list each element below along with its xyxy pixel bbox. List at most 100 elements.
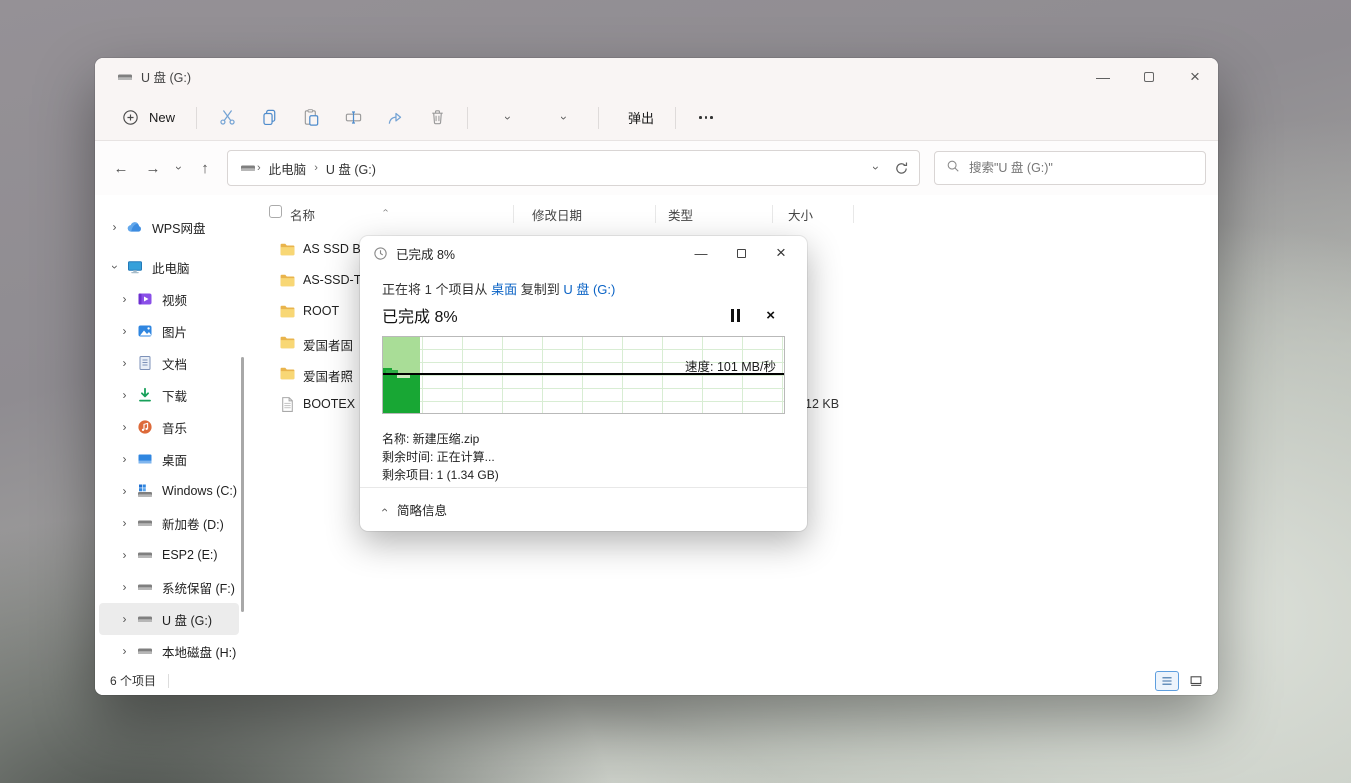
sidebar-item-pictures[interactable]: ›图片 <box>99 315 239 347</box>
file-size: 12 KB <box>805 397 839 411</box>
refresh-icon[interactable] <box>894 161 909 176</box>
chevron-right-icon[interactable]: › <box>117 389 132 402</box>
dialog-close-button[interactable]: × <box>761 239 801 267</box>
sidebar-item-new-volume-d[interactable]: ›新加卷 (D:) <box>99 507 239 539</box>
folder-icon <box>279 365 296 382</box>
copy-button[interactable] <box>248 101 290 135</box>
column-divider[interactable] <box>772 205 773 223</box>
delete-button[interactable] <box>416 101 458 135</box>
chevron-down-icon: › <box>502 116 514 120</box>
sidebar-item-videos[interactable]: › 视频 <box>99 283 239 315</box>
chevron-right-icon[interactable]: › <box>117 357 132 370</box>
chevron-right-icon[interactable]: › <box>117 613 132 626</box>
chevron-right-icon[interactable]: › <box>117 453 132 466</box>
sidebar-item-esp2-e[interactable]: ›ESP2 (E:) <box>99 539 239 571</box>
window-title: U 盘 (G:) <box>141 67 191 86</box>
pc-icon <box>127 259 143 275</box>
sidebar-scrollbar[interactable] <box>241 357 244 612</box>
search-input[interactable] <box>969 161 1194 175</box>
column-divider[interactable] <box>513 205 514 223</box>
toolbar-divider <box>196 107 197 129</box>
breadcrumb: ›此电脑›U 盘 (G:) <box>256 159 383 178</box>
pause-button[interactable] <box>731 309 740 322</box>
address-bar-right: › <box>874 161 909 176</box>
close-button[interactable]: × <box>1172 58 1218 95</box>
chevron-right-icon[interactable]: › <box>117 549 132 562</box>
breadcrumb-item[interactable]: 此电脑 <box>262 159 314 178</box>
chevron-right-icon[interactable]: › <box>117 485 132 498</box>
column-header[interactable]: 大小 <box>788 205 813 224</box>
breadcrumb-item[interactable]: U 盘 (G:) <box>319 159 383 178</box>
address-chevron-icon[interactable]: › <box>870 166 882 170</box>
windrive-icon <box>137 483 153 499</box>
source-folder-link[interactable]: 桌面 <box>491 282 517 297</box>
sidebar-item-music[interactable]: ›音乐 <box>99 411 239 443</box>
view-button[interactable]: › <box>533 101 589 135</box>
sidebar-item-desktop[interactable]: ›桌面 <box>99 443 239 475</box>
cut-button[interactable] <box>206 101 248 135</box>
status-bar: 6 个项目 <box>95 666 1218 695</box>
rename-button[interactable] <box>332 101 374 135</box>
column-header[interactable]: 修改日期 <box>532 205 582 224</box>
dialog-maximize-button[interactable] <box>721 239 761 267</box>
cancel-copy-button[interactable]: × <box>766 308 775 323</box>
column-header[interactable]: 名称 <box>290 205 315 224</box>
sidebar-item-this-pc[interactable]: ›此电脑 <box>99 251 239 283</box>
chevron-right-icon[interactable]: › <box>107 221 122 234</box>
sidebar-item-downloads[interactable]: ›下载 <box>99 379 239 411</box>
sidebar-item-documents[interactable]: › 文档 <box>99 347 239 379</box>
clipboard-icon <box>302 108 321 127</box>
history-chevron-icon[interactable]: › <box>173 166 185 170</box>
folder-icon <box>279 303 296 320</box>
chevron-down-icon[interactable]: › <box>107 261 122 274</box>
search-box[interactable] <box>934 151 1206 185</box>
back-button[interactable]: ← <box>105 152 137 184</box>
eject-button[interactable]: 弹出 <box>608 102 666 133</box>
window-controls: — × <box>1080 58 1218 95</box>
maximize-button[interactable] <box>1126 58 1172 95</box>
window-titlebar[interactable]: U 盘 (G:) — × <box>95 58 1218 95</box>
column-header[interactable]: 类型 <box>668 205 693 224</box>
share-button[interactable] <box>374 101 416 135</box>
eject-button-label: 弹出 <box>628 108 654 127</box>
sidebar-item-label: 系统保留 (F:) <box>162 578 235 597</box>
chevron-right-icon[interactable]: › <box>117 293 132 306</box>
sort-ascending-icon: › <box>380 209 391 212</box>
chevron-right-icon[interactable]: › <box>117 421 132 434</box>
dialog-controls: — × <box>681 239 801 267</box>
details-view-toggle[interactable] <box>1155 671 1179 691</box>
forward-button[interactable]: → <box>137 152 169 184</box>
more-options-button[interactable] <box>685 101 727 135</box>
folder-icon <box>279 272 296 289</box>
icons-view-toggle[interactable] <box>1184 671 1208 691</box>
music-icon <box>137 419 153 435</box>
dialog-titlebar[interactable]: 已完成 8% — × <box>360 236 807 270</box>
minimize-button[interactable]: — <box>1080 58 1126 95</box>
paste-button[interactable] <box>290 101 332 135</box>
scissors-icon <box>218 108 237 127</box>
new-button[interactable]: New <box>109 102 187 133</box>
chevron-right-icon[interactable]: › <box>117 517 132 530</box>
dialog-minimize-button[interactable]: — <box>681 239 721 267</box>
up-button[interactable]: ↑ <box>189 152 221 184</box>
sidebar-item-usb-g[interactable]: ›U 盘 (G:) <box>99 603 239 635</box>
select-all-checkbox[interactable] <box>269 205 282 218</box>
sidebar-item-label: 视频 <box>162 290 187 309</box>
sidebar-item-local-h[interactable]: ›本地磁盘 (H:) <box>99 635 239 667</box>
drive-icon <box>137 547 153 563</box>
dialog-footer[interactable]: › 简略信息 <box>360 487 807 531</box>
sidebar-item-label: 文档 <box>162 354 187 373</box>
destination-drive-link[interactable]: U 盘 (G:) <box>563 282 615 297</box>
dialog-body: 正在将 1 个项目从 桌面 复制到 U 盘 (G:) 已完成 8% × 速度: … <box>360 270 807 487</box>
sidebar-item-windows-c[interactable]: ›Windows (C:) <box>99 475 239 507</box>
sidebar-item-wps[interactable]: ›WPS网盘 <box>99 211 239 243</box>
sidebar-item-system-reserved-f[interactable]: › 系统保留 (F:) <box>99 571 239 603</box>
chevron-right-icon[interactable]: › <box>117 325 132 338</box>
sort-button[interactable]: › <box>477 101 533 135</box>
address-bar[interactable]: ›此电脑›U 盘 (G:) › <box>227 150 920 186</box>
column-divider[interactable] <box>655 205 656 223</box>
chevron-right-icon[interactable]: › <box>117 645 132 658</box>
chevron-right-icon[interactable]: › <box>117 581 132 594</box>
navigation-bar: ← → › ↑ ›此电脑›U 盘 (G:) › <box>95 141 1218 195</box>
column-divider[interactable] <box>853 205 854 223</box>
